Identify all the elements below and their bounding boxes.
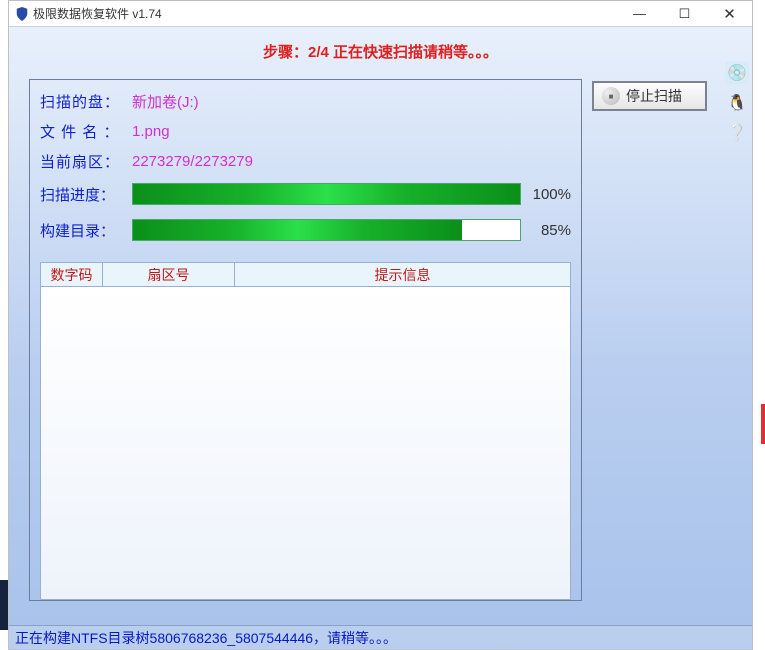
row-build-progress: 构建目录： 85% [40,212,571,248]
qq-icon[interactable]: 🐧 [725,91,749,115]
help-icon[interactable]: ❔ [725,121,749,145]
row-disk: 扫描的盘： 新加卷(J:) [40,86,571,116]
build-progress-pct: 85% [521,222,571,239]
window-controls: — ☐ ✕ [617,1,752,26]
status-text: 正在构建NTFS目录树5806768236_5807544446，请稍等。。。 [15,628,397,648]
app-icon [15,7,29,21]
minimize-button[interactable]: — [617,1,662,26]
table-body [41,287,570,599]
label-scan-progress: 扫描进度： [40,184,132,205]
stop-button-label: 停止扫描 [626,86,682,106]
main-window: 极限数据恢复软件 v1.74 — ☐ ✕ 步骤：2/4 正在快速扫描请稍等。。。… [8,0,753,650]
sidebar-icons: 💿 🐧 ❔ [722,61,752,145]
client-area: 步骤：2/4 正在快速扫描请稍等。。。 ■ 停止扫描 扫描的盘： 新加卷(J:)… [9,27,752,649]
value-filename: 1.png [132,123,170,140]
scan-progress-bar [132,183,521,205]
label-sector: 当前扇区： [40,151,132,172]
label-disk: 扫描的盘： [40,91,132,112]
value-disk: 新加卷(J:) [132,91,199,112]
row-sector: 当前扇区： 2273279/2273279 [40,146,571,176]
step-banner: 步骤：2/4 正在快速扫描请稍等。。。 [9,27,752,62]
window-title: 极限数据恢复软件 v1.74 [33,5,617,22]
table-header: 数字码 扇区号 提示信息 [41,263,570,287]
row-filename: 文 件 名 ： 1.png [40,116,571,146]
build-progress-fill [133,220,462,240]
disc-icon[interactable]: 💿 [725,61,749,85]
scan-panel: 扫描的盘： 新加卷(J:) 文 件 名 ： 1.png 当前扇区： 227327… [29,79,582,601]
scan-progress-pct: 100% [521,186,571,203]
scan-progress-fill [133,184,520,204]
col-sector[interactable]: 扇区号 [103,263,235,286]
behind-strip [0,580,8,630]
row-scan-progress: 扫描进度： 100% [40,176,571,212]
stop-scan-button[interactable]: ■ 停止扫描 [592,81,707,111]
build-progress-bar [132,219,521,241]
label-build-progress: 构建目录： [40,220,132,241]
status-bar: 正在构建NTFS目录树5806768236_5807544446，请稍等。。。 [9,625,752,649]
close-button[interactable]: ✕ [707,1,752,26]
results-table: 数字码 扇区号 提示信息 [40,262,571,600]
behind-strip-right [761,404,765,444]
info-section: 扫描的盘： 新加卷(J:) 文 件 名 ： 1.png 当前扇区： 227327… [30,80,581,248]
col-message[interactable]: 提示信息 [235,263,570,286]
titlebar[interactable]: 极限数据恢复软件 v1.74 — ☐ ✕ [9,1,752,27]
label-filename: 文 件 名 ： [40,121,132,142]
maximize-button[interactable]: ☐ [662,1,707,26]
value-sector: 2273279/2273279 [132,153,253,170]
col-number[interactable]: 数字码 [41,263,103,286]
stop-icon: ■ [602,87,620,105]
